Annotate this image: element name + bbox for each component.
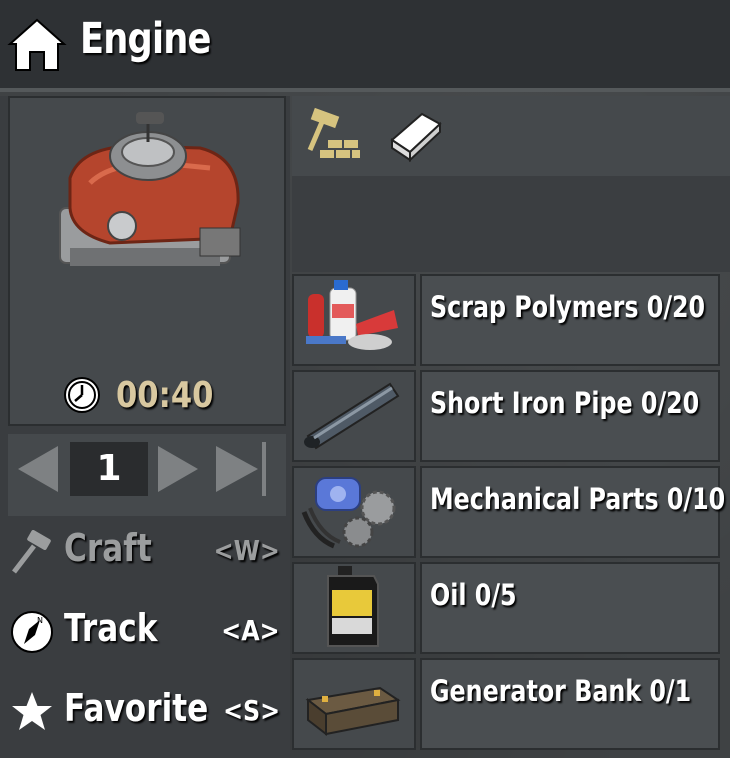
craft-time: 00:40 <box>116 374 214 416</box>
clock-icon <box>64 377 100 413</box>
favorite-label: Favorite <box>64 686 209 730</box>
ingredient-name: Generator Bank 0/1 <box>430 674 692 708</box>
recipe-panel: 00:40 1 Craft <W> N Track <A> Favorite <… <box>0 96 290 758</box>
crafting-station-icon[interactable] <box>302 106 364 168</box>
craft-label: Craft <box>64 526 152 570</box>
favorite-shortcut: <S> <box>222 694 280 727</box>
tabs-spacer <box>292 176 730 272</box>
quantity-value[interactable]: 1 <box>70 442 148 496</box>
engine-image <box>59 112 241 266</box>
ingredient-name: Oil 0/5 <box>430 578 517 612</box>
mechanical-parts-icon <box>301 477 396 549</box>
quantity-selector: 1 <box>8 434 286 516</box>
max-quantity-icon[interactable] <box>214 442 276 496</box>
scrap-polymers-icon <box>306 280 398 350</box>
craft-timer: 00:40 <box>62 374 231 416</box>
compass-icon: N <box>11 611 53 653</box>
page-title: Engine <box>80 14 211 64</box>
title-bar: Engine <box>0 0 730 92</box>
decrease-arrow-icon[interactable] <box>12 442 62 496</box>
ingredient-name: Scrap Polymers 0/20 <box>430 290 706 324</box>
ingredient-name: Mechanical Parts 0/10 <box>430 482 726 516</box>
star-icon <box>12 692 52 730</box>
ingredient-row: Oil 0/5 <box>292 562 730 654</box>
ingredient-row: Generator Bank 0/1 <box>292 658 730 750</box>
ingredient-name: Short Iron Pipe 0/20 <box>430 386 700 420</box>
ingredient-row: Mechanical Parts 0/10 <box>292 466 730 558</box>
ingredient-row: Scrap Polymers 0/20 <box>292 274 730 366</box>
favorite-button[interactable]: Favorite <S> <box>8 676 286 750</box>
hammer-icon <box>12 530 51 574</box>
oil-can-icon <box>327 566 379 647</box>
item-preview: 00:40 <box>8 96 286 426</box>
ingredients-panel: Scrap Polymers 0/20 Short Iron Pipe 0/20 <box>292 96 730 758</box>
track-label: Track <box>64 606 158 650</box>
increase-arrow-icon[interactable] <box>154 442 204 496</box>
generator-bank-icon <box>305 686 401 737</box>
iron-pipe-icon <box>304 382 400 450</box>
track-button[interactable]: N Track <A> <box>8 596 286 670</box>
svg-text:N: N <box>37 616 43 625</box>
recipe-tabs <box>292 96 730 176</box>
track-shortcut: <A> <box>221 614 280 647</box>
home-icon[interactable] <box>6 16 68 74</box>
craft-button[interactable]: Craft <W> <box>8 516 286 590</box>
craft-shortcut: <W> <box>213 534 280 567</box>
ingredient-row: Short Iron Pipe 0/20 <box>292 370 730 462</box>
recipe-book-icon[interactable] <box>384 106 446 168</box>
